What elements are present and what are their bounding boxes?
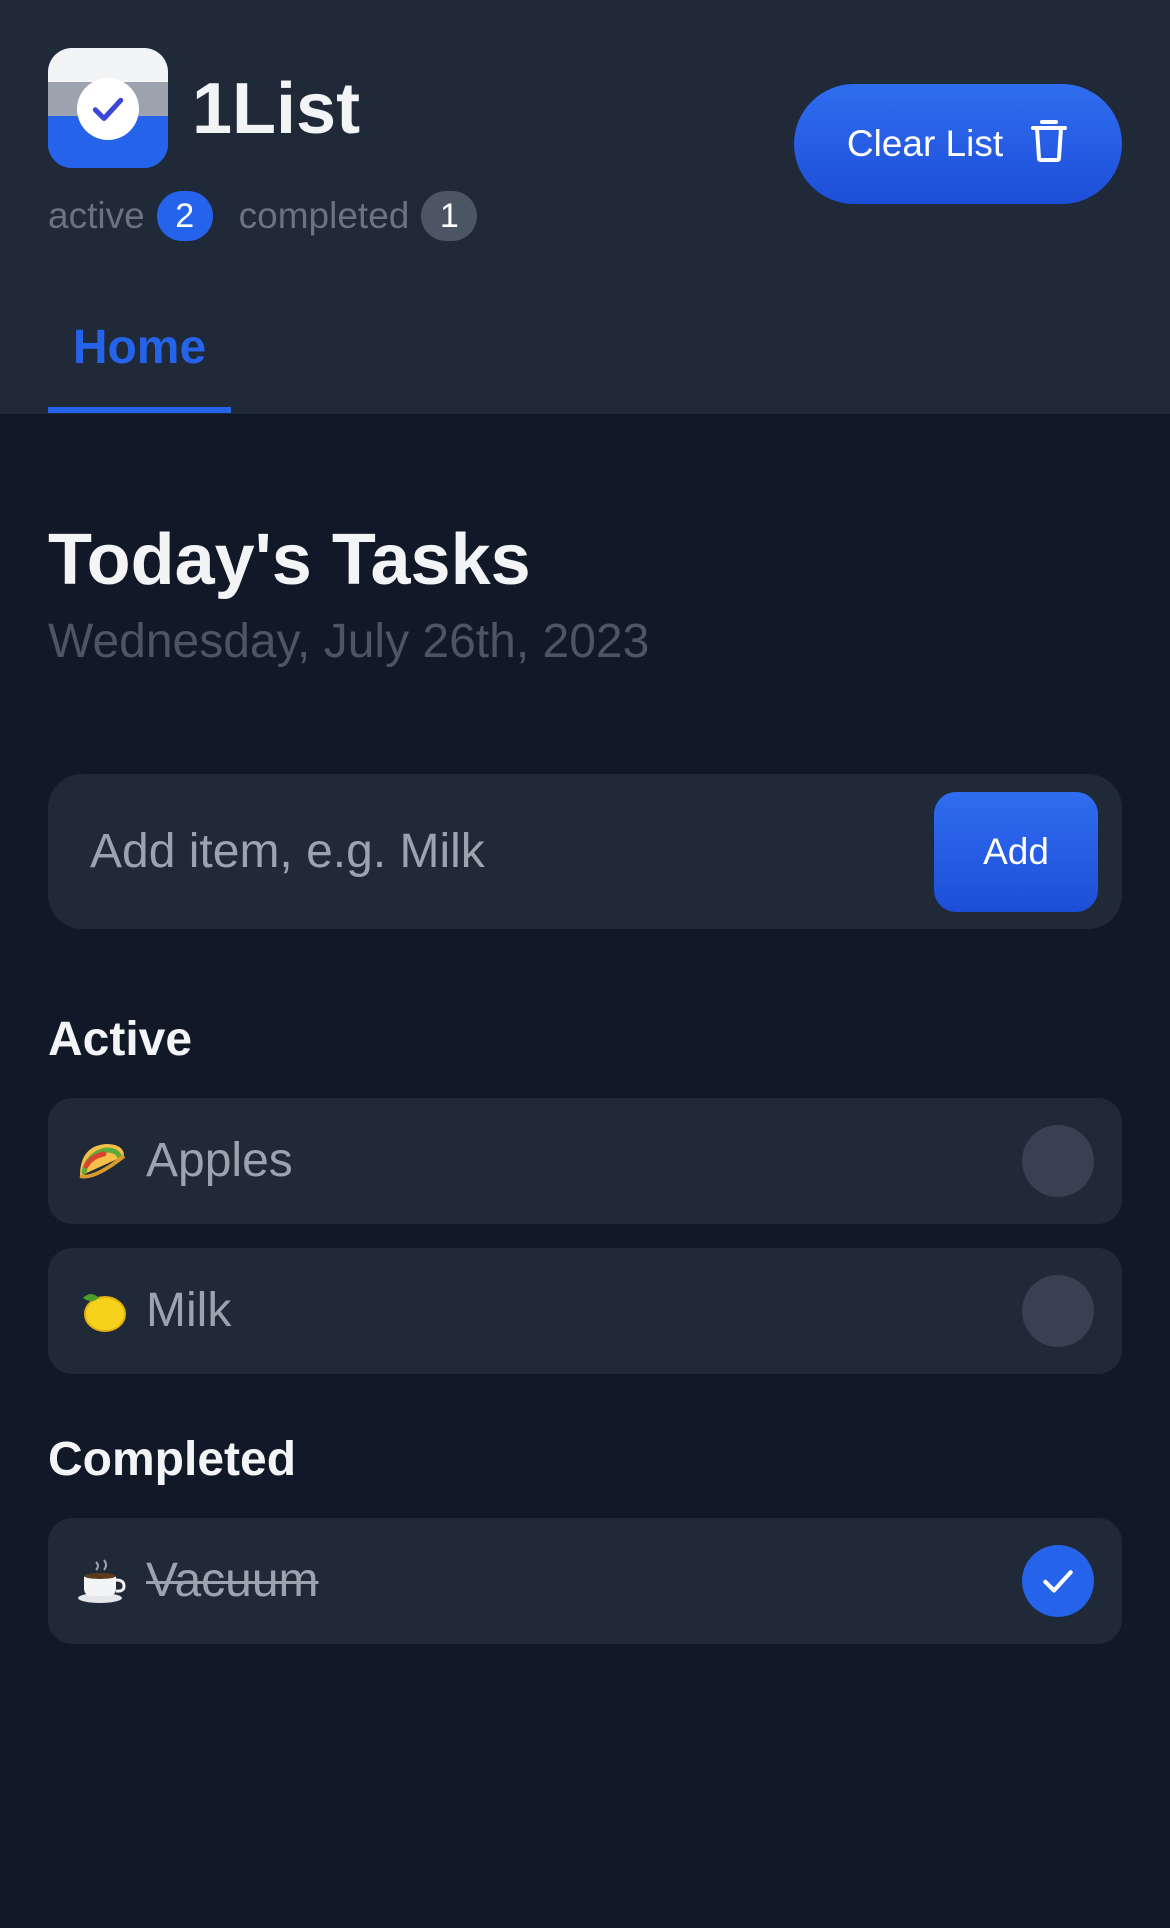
add-item-form: Add — [48, 774, 1122, 929]
trash-icon — [1029, 117, 1069, 172]
tab-home[interactable]: Home — [48, 300, 231, 414]
check-icon — [77, 78, 139, 140]
clear-list-label: Clear List — [846, 123, 1004, 164]
list-item[interactable]: Apples — [48, 1098, 1122, 1224]
page-date: Wednesday, July 26th, 2023 — [48, 615, 650, 668]
app-header: 1List active 2 completed 1 Clear List Ho… — [0, 0, 1170, 414]
list-item-label: Apples — [146, 1134, 293, 1187]
page-title: Today's Tasks — [48, 520, 531, 600]
coffee-icon — [72, 1548, 132, 1614]
complete-toggle[interactable] — [1022, 1125, 1094, 1197]
active-count-badge: 2 — [156, 191, 213, 241]
task-stats: active 2 completed 1 — [48, 190, 478, 242]
tab-home-indicator — [48, 407, 231, 413]
complete-toggle[interactable] — [1022, 1275, 1094, 1347]
taco-icon — [72, 1128, 132, 1194]
app-title: 1List — [192, 69, 361, 149]
completed-count-badge: 1 — [421, 191, 478, 241]
clear-list-button[interactable]: Clear List — [794, 84, 1122, 204]
app-logo — [48, 48, 168, 168]
list-item[interactable]: Vacuum — [48, 1518, 1122, 1644]
active-stat-label: active — [48, 195, 145, 236]
completed-stat-label: completed — [238, 195, 410, 236]
complete-toggle[interactable] — [1022, 1545, 1094, 1617]
lemon-icon — [72, 1278, 132, 1344]
checkmark-icon — [1043, 1570, 1073, 1593]
add-item-input[interactable] — [90, 804, 910, 899]
list-item[interactable]: Milk — [48, 1248, 1122, 1374]
completed-section-heading: Completed — [48, 1433, 297, 1486]
list-item-label: Milk — [146, 1284, 232, 1337]
active-section-heading: Active — [48, 1013, 193, 1066]
add-button[interactable]: Add — [934, 792, 1098, 912]
list-item-label: Vacuum — [146, 1554, 319, 1607]
